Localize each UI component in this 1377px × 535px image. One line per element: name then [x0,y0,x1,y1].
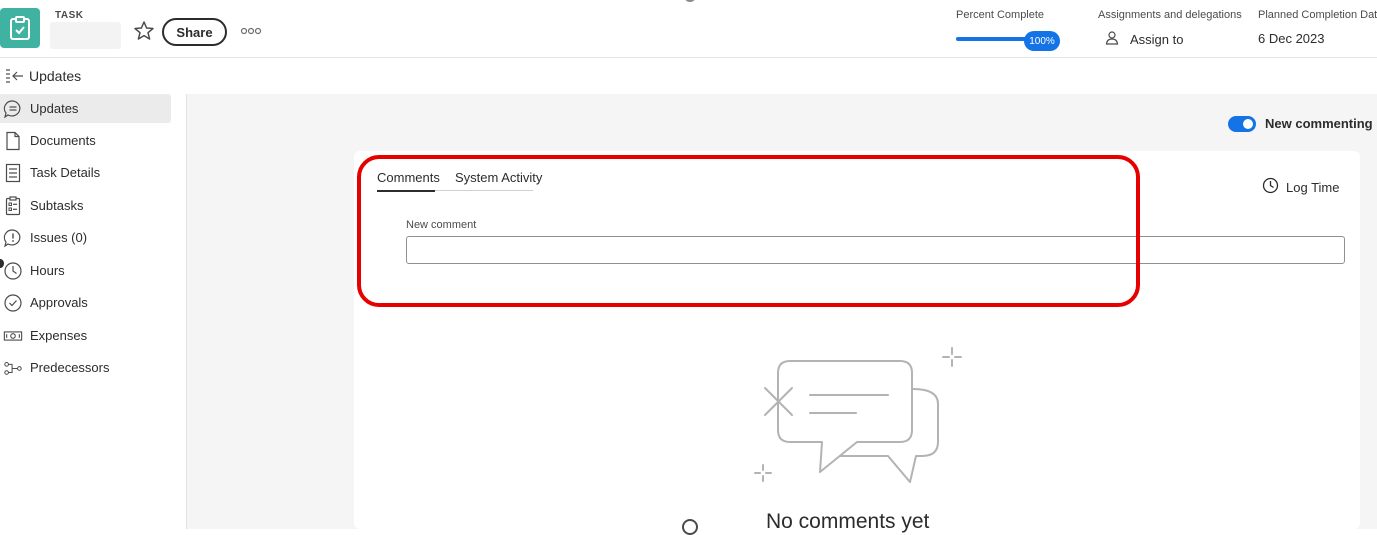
empty-comments-illustration [750,346,965,486]
sidebar-item-label: Approvals [30,295,88,310]
new-comment-label: New comment [406,219,477,231]
speech-bubble-icon [3,99,23,119]
assign-to-label: Assign to [1130,32,1184,47]
sidebar-item-label: Subtasks [30,198,84,213]
sidebar-item-label: Task Details [30,165,101,180]
task-type-label: TASK [55,10,84,21]
task-clipboard-icon [0,8,40,48]
assign-to-button[interactable]: Assign to [1104,30,1183,49]
collapse-panel-icon[interactable] [4,68,24,84]
star-icon[interactable] [133,20,155,42]
sidebar-item-expenses[interactable]: Expenses [0,321,171,350]
tab-system-activity[interactable]: System Activity [455,170,542,185]
assignments-label: Assignments and delegations [1098,9,1242,21]
sidebar-item-label: Expenses [30,328,88,343]
active-tab-indicator [377,190,435,192]
planned-completion-label: Planned Completion Date [1258,9,1377,21]
panel-title: Updates [29,68,82,84]
clock-icon [1262,177,1279,197]
log-time-label: Log Time [1286,179,1340,195]
sidebar-item-predecessors[interactable]: Predecessors [0,353,171,382]
check-circle-icon [3,293,23,313]
empty-state-text: No comments yet [766,510,930,533]
details-icon [3,163,23,183]
sidebar-item-approvals[interactable]: Approvals [0,288,171,317]
tab-divider [435,190,533,191]
task-header: TASK Share Percent Complete 100% Assignm… [0,0,1377,58]
sidebar-item-task-details[interactable]: Task Details [0,158,171,187]
percent-complete-label: Percent Complete [956,9,1045,21]
sidebar-item-label: Predecessors [30,360,110,375]
new-comment-input[interactable] [406,236,1345,264]
planned-completion-date[interactable]: 6 Dec 2023 [1258,31,1325,46]
share-button[interactable]: Share [162,18,227,46]
more-options-icon[interactable] [240,24,262,38]
person-icon [1104,30,1120,49]
sidebar-item-label: Updates [30,101,79,116]
sidebar-item-label: Issues (0) [30,230,88,245]
loading-cursor-icon [682,519,698,535]
sidebar-item-hours[interactable]: Hours [0,256,171,285]
clock-icon [3,261,23,281]
sidebar-item-updates[interactable]: Updates [0,94,171,123]
sidebar: Updates Documents Task Details Subtasks … [0,94,187,529]
percent-complete-badge[interactable]: 100% [1024,31,1060,51]
sidebar-item-documents[interactable]: Documents [0,126,171,155]
sidebar-item-label: Documents [30,133,96,148]
money-icon [3,326,23,346]
issue-bubble-icon [3,228,23,248]
sidebar-item-subtasks[interactable]: Subtasks [0,191,171,220]
top-marker [684,0,696,2]
flow-icon [3,358,23,378]
task-name-placeholder[interactable] [50,22,121,49]
document-icon [3,131,23,151]
new-commenting-toggle[interactable] [1228,116,1256,132]
sidebar-item-label: Hours [30,263,65,278]
tab-comments[interactable]: Comments [377,170,440,185]
new-commenting-label: New commenting [1265,116,1373,131]
panel-title-row [0,58,1377,95]
log-time-button[interactable]: Log Time [1262,177,1339,197]
checklist-icon [3,195,23,216]
sidebar-item-issues[interactable]: Issues (0) [0,223,171,252]
